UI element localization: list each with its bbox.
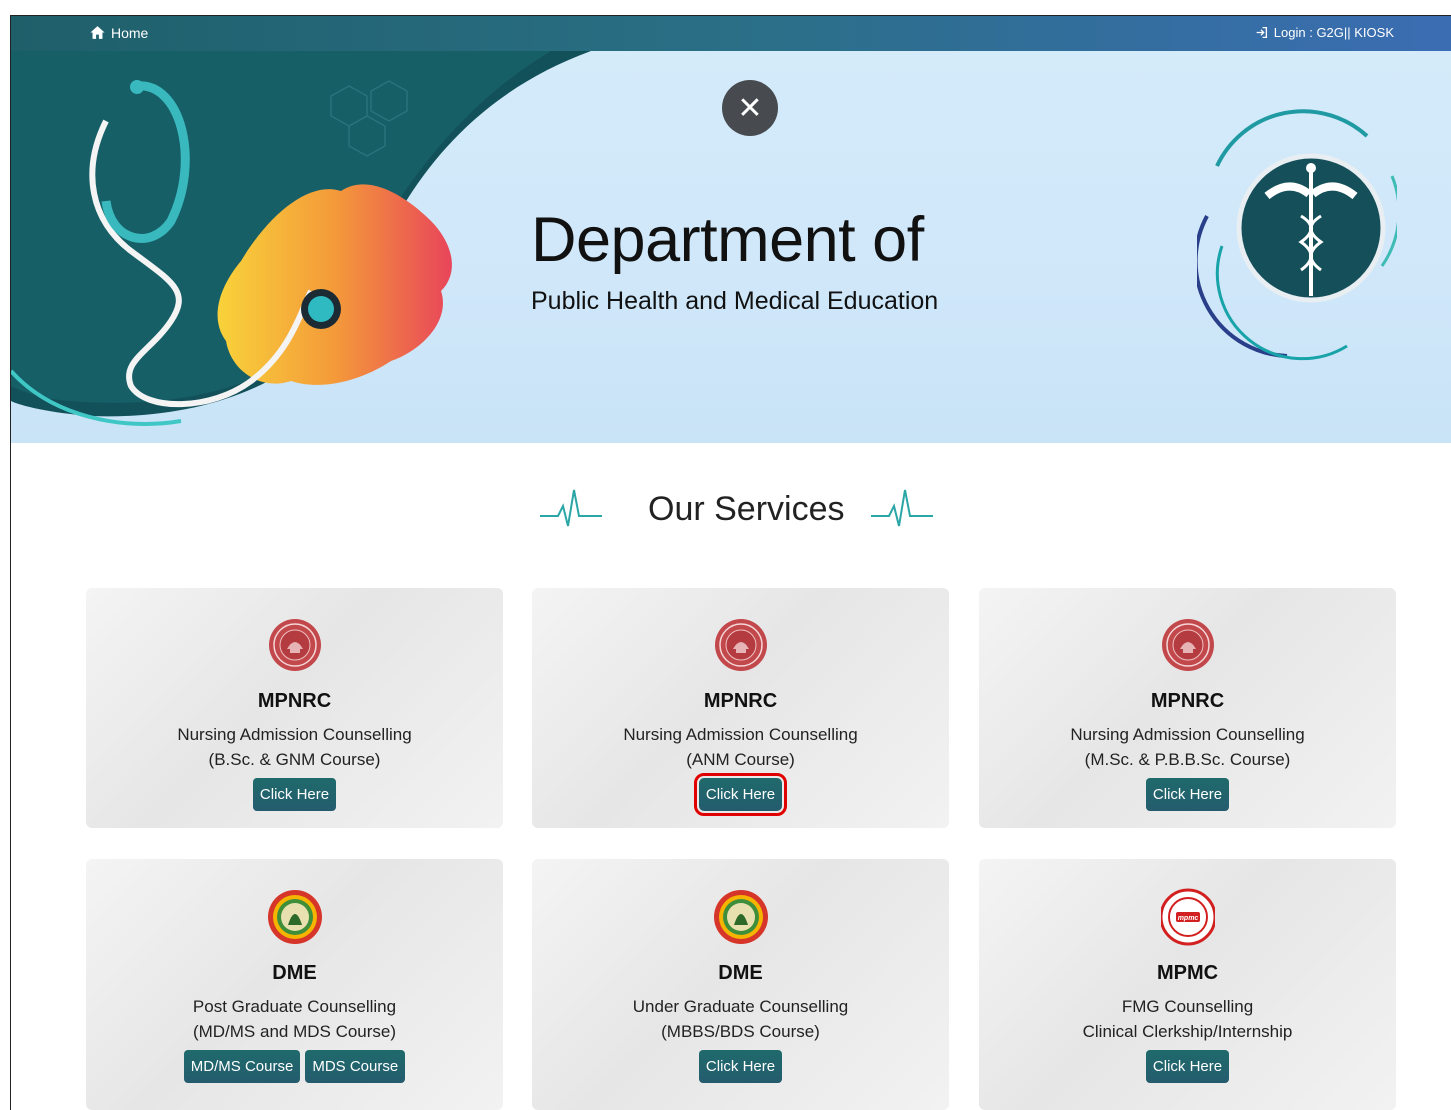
card-line2: Clinical Clerkship/Internship xyxy=(1082,1022,1293,1041)
card-org: DME xyxy=(272,962,317,984)
click-here-button-anm[interactable]: Click Here xyxy=(693,773,788,816)
click-here-button-fmg[interactable]: Click Here xyxy=(1145,1050,1230,1083)
click-here-button-msc-pbbsc[interactable]: Click Here xyxy=(1145,778,1230,811)
caduceus-emblem-icon xyxy=(1197,109,1397,361)
card-line1: Nursing Admission Counselling xyxy=(1070,725,1305,744)
home-link[interactable]: Home xyxy=(89,24,148,41)
click-here-button-mbbs-bds[interactable]: Click Here xyxy=(698,1050,783,1083)
service-card-dme-pg: DME Post Graduate Counselling (MD/MS and… xyxy=(86,859,503,1110)
card-org: MPMC xyxy=(1156,962,1219,984)
mp-govt-emblem-icon xyxy=(713,890,768,944)
card-line2: (MD/MS and MDS Course) xyxy=(192,1022,397,1041)
login-label: Login : G2G|| KIOSK xyxy=(1273,25,1394,40)
mpmc-seal-icon xyxy=(1159,888,1216,946)
login-link[interactable]: Login : G2G|| KIOSK xyxy=(1255,25,1394,40)
mpnrc-seal-icon xyxy=(267,618,322,672)
service-card-dme-ug: DME Under Graduate Counselling (MBBS/BDS… xyxy=(532,859,949,1110)
home-label: Home xyxy=(111,24,149,41)
card-line2: (B.Sc. & GNM Course) xyxy=(208,750,381,769)
page: Home Login : G2G|| KIOSK ✕ Department of… xyxy=(10,15,1451,1110)
service-card-mpnrc-anm: MPNRC Nursing Admission Counselling (ANM… xyxy=(532,588,949,828)
card-org: MPNRC xyxy=(703,690,778,712)
md-ms-course-button[interactable]: MD/MS Course xyxy=(183,1050,301,1083)
department-subtitle: Public Health and Medical Education xyxy=(531,287,939,315)
card-org: MPNRC xyxy=(1150,690,1225,712)
heartbeat-left-icon xyxy=(540,489,602,527)
pg-course-buttons: MD/MS Course MDS Course xyxy=(86,1042,503,1083)
mds-course-button[interactable]: MDS Course xyxy=(305,1050,406,1083)
click-here-button-bsc-gnm[interactable]: Click Here xyxy=(252,778,337,811)
service-card-mpnrc-msc-pbbsc: MPNRC Nursing Admission Counselling (M.S… xyxy=(979,588,1396,828)
home-icon xyxy=(90,26,105,39)
close-icon: ✕ xyxy=(737,91,763,125)
service-card-mpmc-fmg: MPMC FMG Counselling Clinical Clerkship/… xyxy=(979,859,1396,1110)
card-line2: (M.Sc. & P.B.B.Sc. Course) xyxy=(1084,750,1291,769)
services-heading: Our Services xyxy=(11,488,1451,538)
card-line2: (ANM Course) xyxy=(686,750,795,769)
card-org: MPNRC xyxy=(257,690,332,712)
mp-govt-emblem-icon xyxy=(267,890,322,944)
card-line1: Nursing Admission Counselling xyxy=(623,725,858,744)
card-line1: Nursing Admission Counselling xyxy=(177,725,412,744)
card-org: DME xyxy=(718,962,763,984)
service-card-mpnrc-bsc-gnm: MPNRC Nursing Admission Counselling (B.S… xyxy=(86,588,503,828)
mpnrc-seal-icon xyxy=(713,618,768,672)
card-line1: Post Graduate Counselling xyxy=(192,997,397,1016)
login-icon xyxy=(1256,26,1267,39)
card-line1: Under Graduate Counselling xyxy=(632,997,849,1016)
heartbeat-right-icon xyxy=(871,489,933,527)
card-line2: (MBBS/BDS Course) xyxy=(661,1022,820,1041)
department-title: Department of xyxy=(531,205,924,275)
card-line1: FMG Counselling xyxy=(1121,997,1254,1016)
close-button[interactable]: ✕ xyxy=(722,80,778,136)
hero-banner: ✕ Department of Public Health and Medica… xyxy=(11,51,1451,443)
top-bar: Home Login : G2G|| KIOSK xyxy=(11,16,1451,51)
mpnrc-seal-icon xyxy=(1160,618,1215,672)
services-title: Our Services xyxy=(648,490,845,528)
